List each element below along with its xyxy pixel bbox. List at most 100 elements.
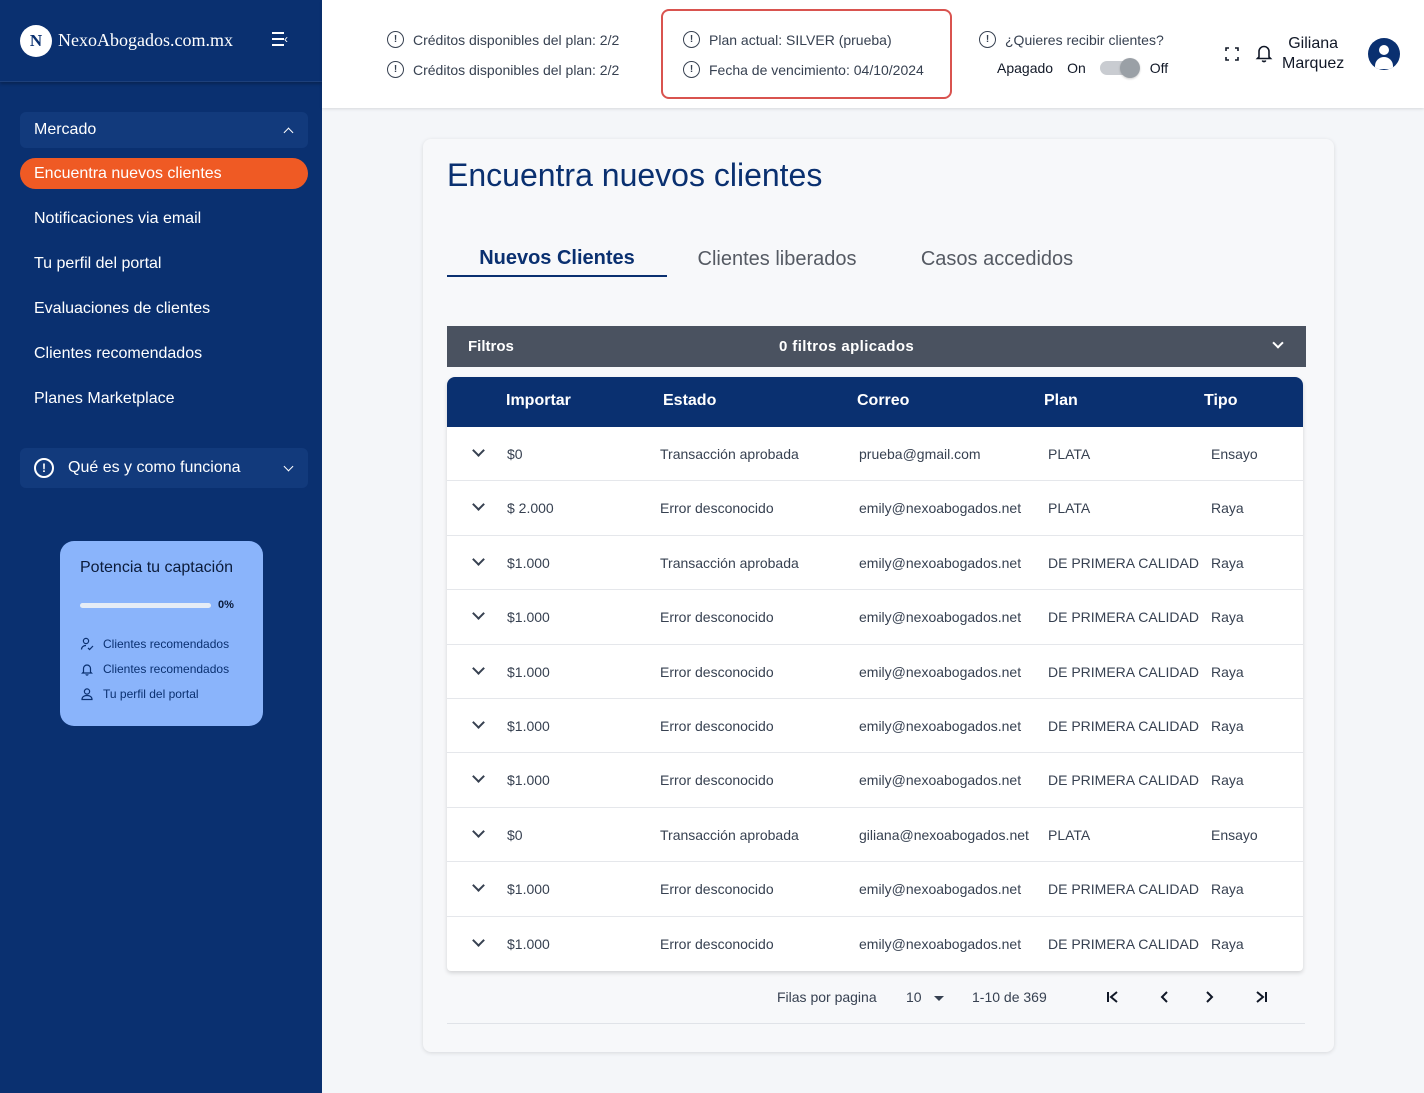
sidebar-item-perfil[interactable]: Tu perfil del portal (20, 248, 308, 279)
info-icon: ! (387, 31, 404, 48)
bell-icon[interactable] (1254, 43, 1274, 63)
promo-title: Potencia tu captación (80, 559, 233, 576)
table-row[interactable]: $0 Transacción aprobada giliana@nexoabogad… (447, 808, 1303, 863)
expand-row-chevron-icon[interactable] (472, 879, 485, 892)
column-header-importar[interactable]: Importar (506, 392, 571, 410)
expand-row-chevron-icon[interactable] (472, 498, 485, 512)
top-header: ! Créditos disponibles del plan: 2/2 ! C… (322, 0, 1424, 108)
table-row[interactable]: $ 2.000 Error desconocido emily@nexoabogad… (447, 481, 1303, 536)
collapse-menu-icon[interactable]: ‹ (272, 32, 290, 48)
sidebar-item-encuentra-clientes[interactable]: Encuentra nuevos clientes (20, 158, 308, 189)
promo-link-perfil[interactable]: Tu perfil del portal (80, 681, 243, 706)
filters-count: 0 filtros aplicados (779, 338, 915, 355)
promo-links: Clientes recomendados Clientes recomenda… (80, 631, 243, 706)
switch-knob (1119, 58, 1140, 78)
expand-row-chevron-icon[interactable] (472, 770, 485, 784)
logo-icon[interactable]: N (20, 24, 52, 57)
cell-importar: $1.000 (507, 772, 550, 789)
cell-correo: emily@nexoabogados.net (859, 609, 1022, 626)
cell-tipo: Raya (1211, 609, 1244, 626)
rows-per-page-select[interactable]: 10 (906, 989, 944, 1005)
tab-nuevos-clientes[interactable]: Nuevos Clientes (447, 241, 667, 277)
tab-casos-accedidos[interactable]: Casos accedidos (887, 241, 1107, 277)
column-header-correo[interactable]: Correo (857, 392, 909, 410)
table-row[interactable]: $1.000 Transacción aprobada emily@nexoabog… (447, 536, 1303, 591)
plan-info: ! Plan actual: SILVER (prueba) (683, 31, 892, 48)
last-page-icon[interactable] (1251, 987, 1271, 1007)
expand-row-chevron-icon[interactable] (472, 824, 485, 838)
table-row[interactable]: $1.000 Error desconocido emily@nexoabogado… (447, 645, 1303, 699)
promo-link-recomendados[interactable]: Clientes recomendados (80, 631, 243, 656)
cell-estado: Error desconocido (660, 609, 774, 626)
prev-page-icon[interactable] (1155, 987, 1175, 1007)
logo-text[interactable]: NexoAbogados.com.mx (58, 30, 233, 51)
expand-row-chevron-icon[interactable] (472, 661, 485, 675)
cell-plan: DE PRIMERA CALIDAD (1048, 554, 1199, 571)
column-header-tipo[interactable]: Tipo (1204, 392, 1237, 410)
expand-row-chevron-icon[interactable] (472, 933, 485, 947)
tab-clientes-liberados[interactable]: Clientes liberados (667, 241, 887, 277)
sidebar-item-notificaciones[interactable]: Notificaciones via email (20, 203, 308, 234)
credits-info-1: ! Créditos disponibles del plan: 2/2 (387, 31, 619, 48)
filters-bar[interactable]: Filtros 0 filtros aplicados (447, 326, 1306, 367)
cell-plan: DE PRIMERA CALIDAD (1048, 609, 1199, 626)
sidebar-item-evaluaciones[interactable]: Evaluaciones de clientes (20, 293, 308, 324)
user-icon (80, 687, 94, 701)
fullscreen-icon[interactable] (1222, 44, 1242, 64)
promo-link-notificaciones[interactable]: Clientes recomendados (80, 656, 243, 681)
cell-correo: emily@nexoabogados.net (859, 935, 1022, 952)
cell-estado: Error desconocido (660, 663, 774, 680)
main-card: Encuentra nuevos clientes Nuevos Cliente… (423, 139, 1334, 1052)
sidebar-item-recomendados[interactable]: Clientes recomendados (20, 338, 308, 369)
sidebar-group-help[interactable]: ! Qué es y como funciona (20, 448, 308, 488)
cell-correo: emily@nexoabogados.net (859, 717, 1022, 734)
plan-text: Plan actual: SILVER (prueba) (709, 31, 892, 48)
receive-clients-switch[interactable] (1099, 58, 1140, 78)
cell-tipo: Raya (1211, 772, 1244, 789)
table-row[interactable]: $1.000 Error desconocido emily@nexoabogado… (447, 699, 1303, 754)
cell-plan: DE PRIMERA CALIDAD (1048, 772, 1199, 789)
cell-estado: Transacción aprobada (660, 446, 799, 462)
table-row[interactable]: $1.000 Error desconocido emily@nexoabogado… (447, 862, 1303, 917)
table-row[interactable]: $1.000 Error desconocido emily@nexoabogado… (447, 753, 1303, 808)
column-header-plan[interactable]: Plan (1044, 392, 1078, 410)
avatar[interactable] (1368, 38, 1400, 70)
next-page-icon[interactable] (1199, 987, 1219, 1007)
column-header-estado[interactable]: Estado (663, 392, 716, 410)
expand-row-chevron-icon[interactable] (472, 716, 485, 729)
credits-info-2: ! Créditos disponibles del plan: 2/2 (387, 61, 619, 78)
sidebar-nav: Mercado Encuentra nuevos clientes Notifi… (20, 112, 308, 414)
chevron-down-icon (283, 461, 294, 471)
rows-per-page-value: 10 (906, 989, 922, 1005)
cell-estado: Error desconocido (660, 881, 774, 898)
expand-row-chevron-icon[interactable] (472, 444, 485, 457)
caret-down-icon (933, 995, 944, 1001)
table-row[interactable]: $1.000 Error desconocido emily@nexoabogado… (447, 590, 1303, 645)
logo-bar: N NexoAbogados.com.mx ‹ (0, 0, 322, 82)
sidebar: N NexoAbogados.com.mx ‹ Mercado Encuentr… (0, 0, 322, 1093)
promo-link-label: Clientes recomendados (103, 661, 230, 676)
cell-correo: giliana@nexoabogados.net (859, 826, 1029, 843)
expand-row-chevron-icon[interactable] (472, 552, 485, 566)
cell-tipo: Raya (1211, 663, 1244, 680)
user-name[interactable]: Giliana Marquez (1282, 34, 1344, 74)
cell-correo: emily@nexoabogados.net (859, 500, 1022, 517)
credits-text: Créditos disponibles del plan: 2/2 (413, 61, 620, 78)
first-page-icon[interactable] (1103, 987, 1123, 1007)
toggle-off-label: Off (1149, 60, 1169, 76)
cell-plan: PLATA (1048, 826, 1091, 843)
expand-row-chevron-icon[interactable] (472, 607, 485, 621)
filters-label: Filtros (468, 338, 514, 355)
sidebar-group-mercado[interactable]: Mercado (20, 112, 308, 148)
promo-link-label: Tu perfil del portal (103, 686, 199, 701)
cell-plan: DE PRIMERA CALIDAD (1048, 663, 1199, 680)
sidebar-item-planes[interactable]: Planes Marketplace (20, 383, 308, 414)
cell-plan: DE PRIMERA CALIDAD (1048, 881, 1199, 898)
info-icon: ! (683, 61, 700, 78)
cell-tipo: Raya (1211, 881, 1244, 898)
table-row[interactable]: $1.000 Error desconocido emily@nexoabogado… (447, 917, 1303, 971)
question-text: ¿Quieres recibir clientes? (1005, 31, 1164, 48)
user-last-name: Marquez (1282, 55, 1345, 72)
plan-highlight-box (661, 9, 952, 99)
table-row[interactable]: $0 Transacción aprobada prueba@gmail.com PL… (447, 427, 1303, 482)
